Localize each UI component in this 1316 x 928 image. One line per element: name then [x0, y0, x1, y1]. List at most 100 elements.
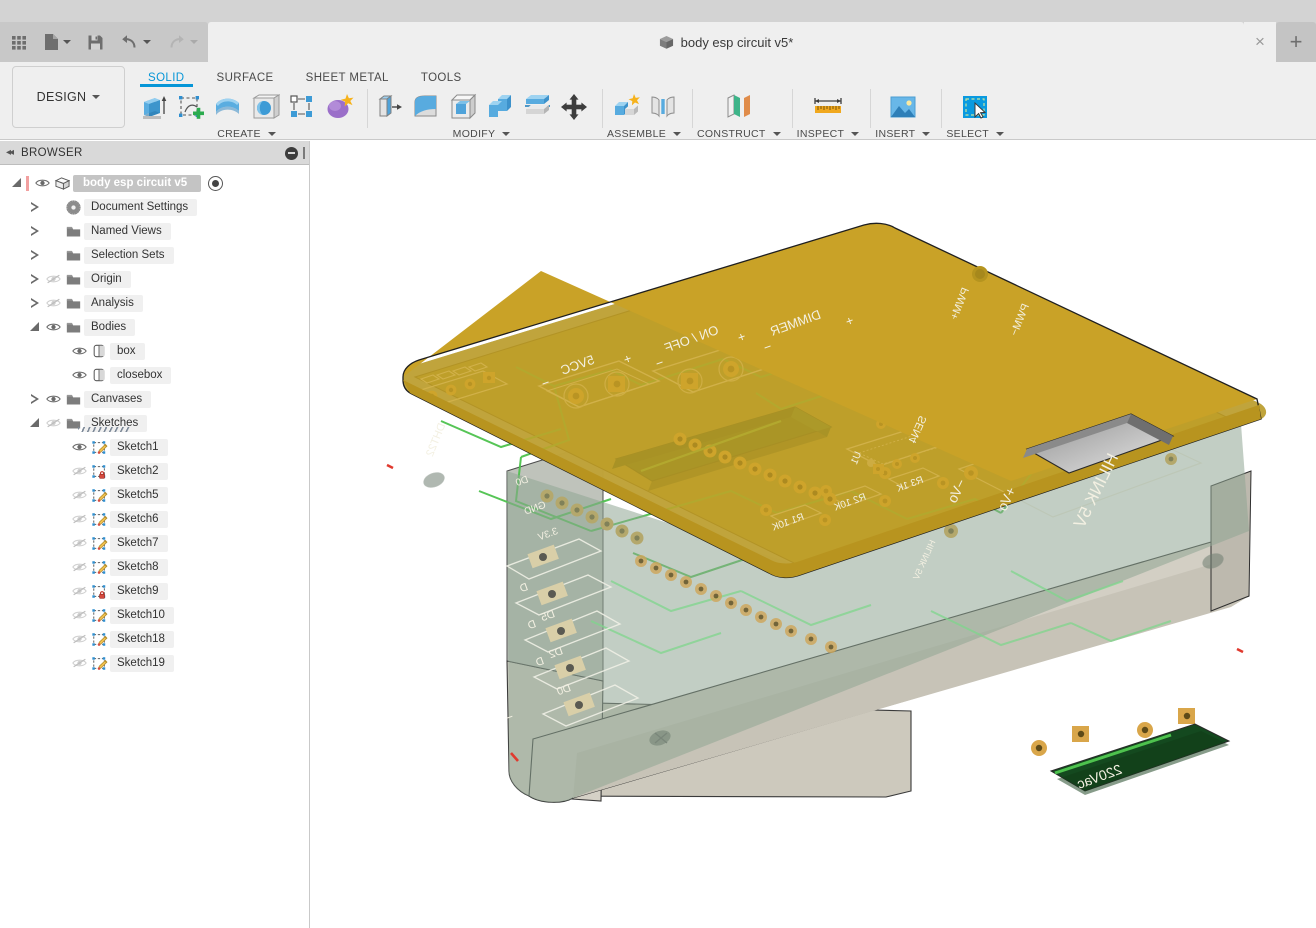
visibility-toggle[interactable] — [70, 531, 88, 555]
double-left-arrow-icon[interactable]: ◂◂ — [6, 147, 14, 158]
revolve-tool[interactable] — [211, 89, 245, 125]
panel-assemble-label[interactable]: ASSEMBLE — [607, 128, 682, 140]
visibility-toggle[interactable] — [44, 387, 62, 411]
sketch-icon — [88, 507, 110, 531]
browser-item-canvases[interactable]: Canvases — [0, 387, 309, 411]
offset-plane-tool[interactable] — [717, 89, 761, 125]
minus-circle-icon[interactable] — [285, 146, 298, 160]
browser-item-sketch7[interactable]: Sketch7 — [0, 531, 309, 555]
redo-button[interactable] — [164, 29, 201, 55]
visibility-toggle[interactable] — [44, 291, 62, 315]
create-form-tool[interactable] — [322, 89, 356, 125]
ribbon-tab-sheet-metal[interactable]: SHEET METAL — [290, 62, 405, 84]
visibility-toggle[interactable] — [44, 267, 62, 291]
browser-item-sketch2[interactable]: Sketch2 — [0, 459, 309, 483]
press-pull-tool[interactable] — [372, 89, 406, 125]
new-component-tool[interactable] — [609, 89, 643, 125]
panel-inspect-label[interactable]: INSPECT — [797, 128, 860, 140]
root-expand-toggle[interactable] — [8, 171, 26, 195]
visibility-toggle[interactable] — [44, 315, 62, 339]
ribbon-tab-solid[interactable]: SOLID — [132, 62, 201, 87]
new-tab-button[interactable]: + — [1276, 22, 1316, 62]
visibility-toggle[interactable] — [70, 483, 88, 507]
sphere-tool[interactable] — [248, 89, 282, 125]
create-sketch-tool[interactable] — [174, 89, 208, 125]
expand-toggle[interactable] — [26, 219, 44, 243]
browser-item-sketch19[interactable]: Sketch19 — [0, 651, 309, 675]
viewport-canvas[interactable]: 5VCC ON / OFF DIMMER + − + − + − PWM+ PWM− DHT22 SEN… — [311, 141, 1316, 928]
combine-tool[interactable] — [483, 89, 517, 125]
visibility-toggle[interactable] — [70, 603, 88, 627]
measure-tool[interactable] — [806, 89, 850, 125]
expand-toggle[interactable] — [26, 267, 44, 291]
browser-item-analysis[interactable]: Analysis — [0, 291, 309, 315]
expand-toggle[interactable] — [26, 387, 44, 411]
visibility-toggle[interactable] — [70, 507, 88, 531]
panel-construct-label[interactable]: CONSTRUCT — [697, 128, 781, 140]
visibility-toggle[interactable] — [70, 627, 88, 651]
browser-item-sketch5[interactable]: Sketch5 — [0, 483, 309, 507]
browser-item-sketch10[interactable]: Sketch10 — [0, 603, 309, 627]
expand-toggle[interactable] — [26, 315, 44, 339]
insert-dropdown-caret — [922, 132, 931, 136]
visibility-toggle[interactable] — [70, 435, 88, 459]
new-file-dropdown-caret[interactable] — [63, 40, 71, 44]
close-tab-button[interactable]: × — [1244, 22, 1276, 62]
browser-item-box[interactable]: box — [0, 339, 309, 363]
ribbon-tab-tools[interactable]: TOOLS — [405, 62, 478, 84]
modify-dropdown-caret — [502, 132, 511, 136]
save-button[interactable] — [84, 29, 107, 55]
panel-select-label[interactable]: SELECT — [946, 128, 1005, 140]
browser-item-selection-sets[interactable]: Selection Sets — [0, 243, 309, 267]
joint-tool[interactable] — [646, 89, 680, 125]
select-tool[interactable] — [953, 89, 997, 125]
new-file-button[interactable] — [41, 29, 74, 55]
browser-item-named-views[interactable]: Named Views — [0, 219, 309, 243]
sketch-icon — [91, 488, 107, 502]
browser-item-sketches[interactable]: Sketches — [0, 411, 309, 435]
undo-button[interactable] — [117, 29, 154, 55]
pattern-tool[interactable] — [285, 89, 319, 125]
browser-item-sketch6[interactable]: Sketch6 — [0, 507, 309, 531]
workspace-switcher-button[interactable]: DESIGN — [12, 66, 125, 128]
split-face-tool[interactable] — [520, 89, 554, 125]
move-copy-tool[interactable] — [557, 89, 591, 125]
insert-image-tool[interactable] — [881, 89, 925, 125]
redo-dropdown-caret[interactable] — [190, 40, 198, 44]
root-visibility-toggle[interactable] — [33, 171, 51, 195]
expand-toggle[interactable] — [26, 291, 44, 315]
activate-component-radio[interactable] — [208, 175, 224, 191]
document-tab[interactable]: body esp circuit v5* — [208, 22, 1244, 62]
visibility-toggle[interactable] — [70, 339, 88, 363]
browser-item-label: Sketch1 — [110, 438, 168, 456]
browser-item-sketch1[interactable]: Sketch1 — [0, 435, 309, 459]
visibility-toggle[interactable] — [70, 459, 88, 483]
expand-toggle[interactable] — [26, 243, 44, 267]
visibility-toggle[interactable] — [44, 411, 62, 435]
panel-insert-label[interactable]: INSERT — [875, 128, 931, 140]
panel-grip[interactable] — [303, 147, 305, 159]
panel-modify-label[interactable]: MODIFY — [453, 128, 511, 140]
show-all-apps-button[interactable] — [8, 29, 31, 55]
fillet-tool[interactable] — [409, 89, 443, 125]
ribbon-tab-surface[interactable]: SURFACE — [201, 62, 290, 84]
visibility-toggle[interactable] — [70, 555, 88, 579]
expand-toggle[interactable] — [26, 411, 44, 435]
visibility-toggle[interactable] — [70, 363, 88, 387]
browser-item-closebox[interactable]: closebox — [0, 363, 309, 387]
panel-create-label[interactable]: CREATE — [217, 128, 276, 140]
browser-item-document-settings[interactable]: Document Settings — [0, 195, 309, 219]
extrude-tool[interactable] — [137, 89, 171, 125]
shell-tool[interactable] — [446, 89, 480, 125]
undo-dropdown-caret[interactable] — [143, 40, 151, 44]
expand-toggle[interactable] — [26, 195, 44, 219]
browser-item-sketch9[interactable]: Sketch9 — [0, 579, 309, 603]
visibility-toggle[interactable] — [70, 651, 88, 675]
visibility-toggle[interactable] — [70, 579, 88, 603]
browser-item-sketch8[interactable]: Sketch8 — [0, 555, 309, 579]
browser-root-row[interactable]: body esp circuit v5 — [0, 171, 309, 195]
browser-item-origin[interactable]: Origin — [0, 267, 309, 291]
browser-item-sketch18[interactable]: Sketch18 — [0, 627, 309, 651]
browser-item-bodies[interactable]: Bodies — [0, 315, 309, 339]
